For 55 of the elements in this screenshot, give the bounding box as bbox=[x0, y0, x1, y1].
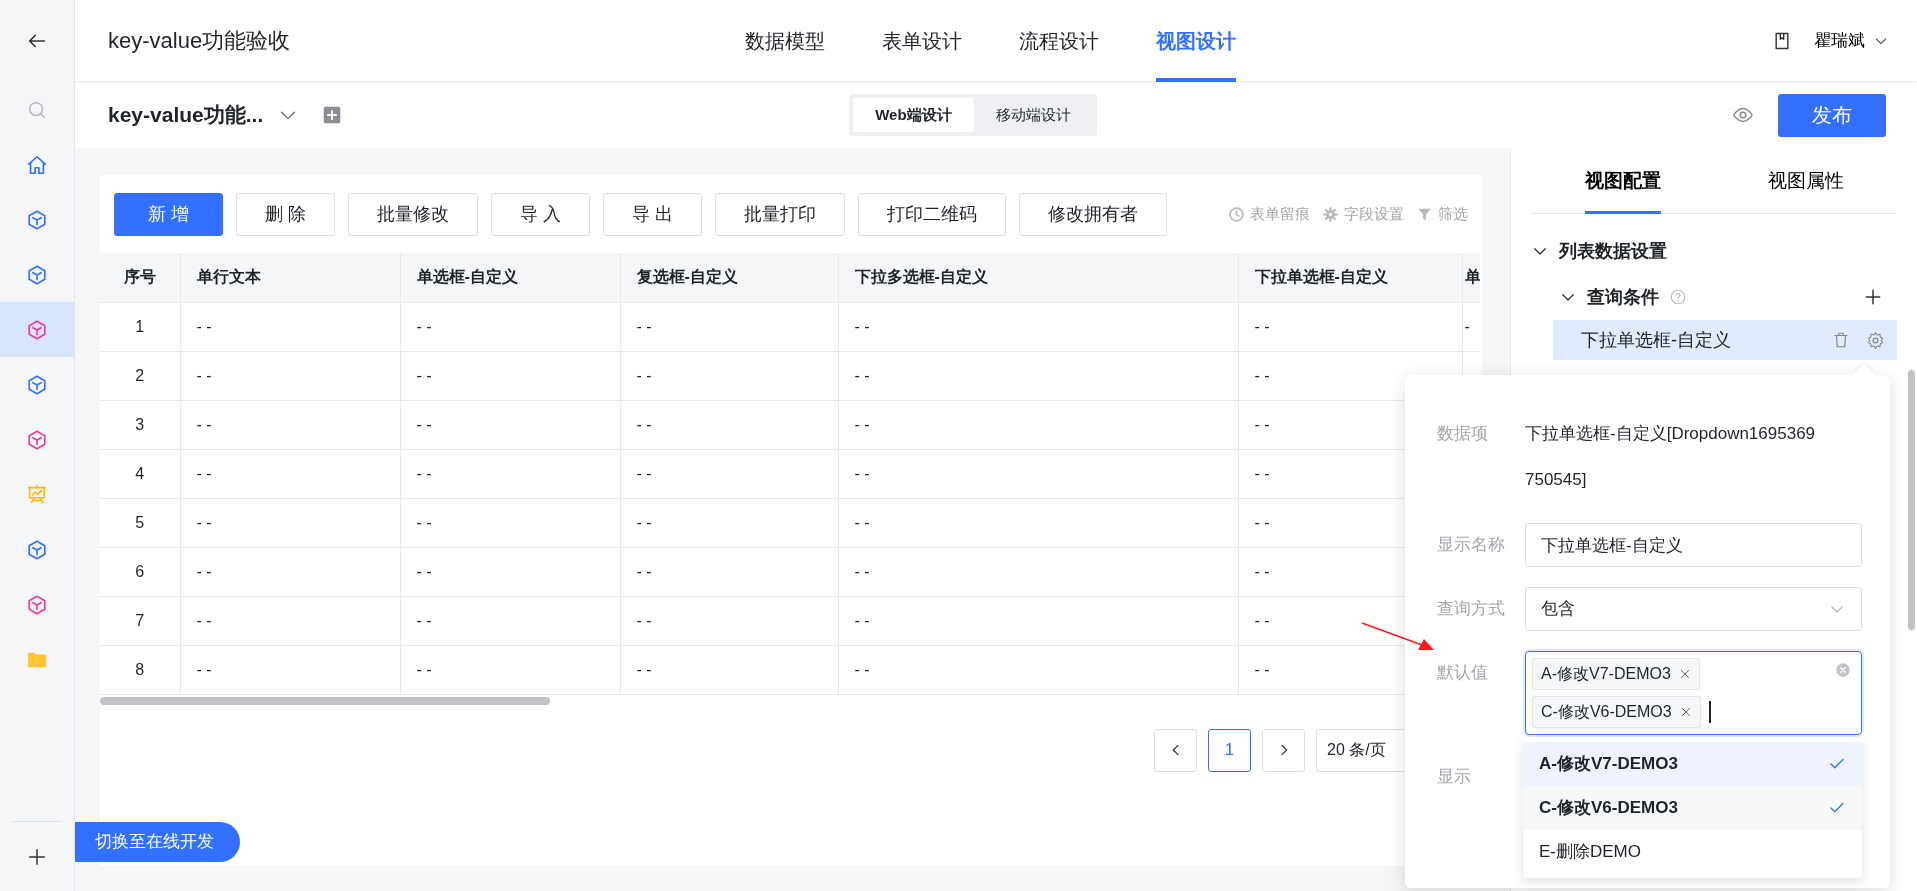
form-name: key-value功能... bbox=[108, 102, 264, 129]
column-header: 下拉单选框-自定义 bbox=[1238, 253, 1462, 302]
table-cell: - - bbox=[180, 449, 400, 498]
table-cell: - - bbox=[620, 645, 838, 694]
table-cell: - - bbox=[838, 596, 1238, 645]
table-cell: - - bbox=[620, 302, 838, 351]
column-header: 序号 bbox=[100, 253, 180, 302]
table-cell: - - bbox=[400, 498, 620, 547]
table-cell: - - bbox=[180, 547, 400, 596]
table-cell: - - bbox=[180, 645, 400, 694]
table-cell: 2 bbox=[100, 351, 180, 400]
table-cell: - - bbox=[1238, 302, 1462, 351]
table-cell: - - bbox=[620, 351, 838, 400]
table-cell: - - bbox=[400, 645, 620, 694]
table-cell: - - bbox=[620, 449, 838, 498]
table-cell: - - bbox=[400, 400, 620, 449]
field-value: 下拉单选框-自定义[Dropdown1695369750545] bbox=[1525, 423, 1817, 491]
tree-item-label: 下拉单选框-自定义 bbox=[1581, 328, 1731, 352]
tree-node-label: 列表数据设置 bbox=[1559, 239, 1667, 263]
table-cell: - - bbox=[400, 302, 620, 351]
table-cell: 6 bbox=[100, 547, 180, 596]
table-cell: - - bbox=[838, 498, 1238, 547]
table-cell: - - bbox=[180, 400, 400, 449]
table-cell: - - bbox=[620, 400, 838, 449]
table-cell: - - bbox=[838, 547, 1238, 596]
table-cell: - - bbox=[400, 351, 620, 400]
table-cell: - - bbox=[620, 547, 838, 596]
table-cell: - - bbox=[180, 351, 400, 400]
tag: A-修改V7-DEMO3 bbox=[1532, 658, 1700, 690]
table-cell: - - bbox=[180, 302, 400, 351]
app-title: key-value功能验收 bbox=[108, 27, 292, 55]
column-header: 单选框-自定义 bbox=[400, 253, 620, 302]
table-cell: 3 bbox=[100, 400, 180, 449]
table-cell: 4 bbox=[100, 449, 180, 498]
column-header: 单行文本 bbox=[180, 253, 400, 302]
column-header: 复选框-自定义 bbox=[620, 253, 838, 302]
table-cell: 8 bbox=[100, 645, 180, 694]
table-cell: - - bbox=[838, 351, 1238, 400]
table-cell: - - bbox=[400, 547, 620, 596]
tag: C-修改V6-DEMO3 bbox=[1532, 696, 1701, 728]
table-cell: - - bbox=[180, 498, 400, 547]
table-cell: - - bbox=[838, 645, 1238, 694]
table-cell: - - bbox=[838, 400, 1238, 449]
table-cell: 5 bbox=[100, 498, 180, 547]
table-cell: - - bbox=[620, 596, 838, 645]
table-cell: - - bbox=[838, 449, 1238, 498]
table-cell: - - bbox=[838, 302, 1238, 351]
table-cell: - - bbox=[400, 596, 620, 645]
table-cell: 7 bbox=[100, 596, 180, 645]
table-cell: 1 bbox=[100, 302, 180, 351]
table-cell: - - bbox=[400, 449, 620, 498]
column-header: 下拉多选框-自定义 bbox=[838, 253, 1238, 302]
tree-node-label: 查询条件 bbox=[1587, 285, 1659, 309]
table-cell: - - bbox=[620, 498, 838, 547]
table-cell: - - bbox=[180, 596, 400, 645]
